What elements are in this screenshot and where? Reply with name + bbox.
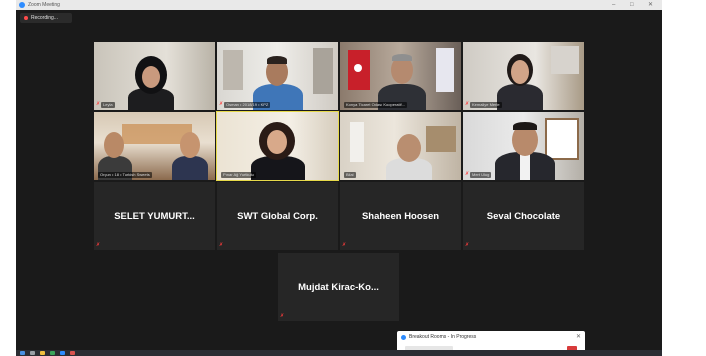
participant-name: SWT Global Corp. (237, 211, 318, 222)
muted-mic-icon: ✗ (280, 313, 285, 319)
participant-name: Orçun • 18 • Turkish Sweets (98, 172, 152, 178)
name-tile[interactable]: Seval Chocolate ✗ (463, 182, 584, 250)
participant-name: Leyla (101, 102, 115, 108)
video-tile[interactable]: Bilal (340, 112, 461, 180)
muted-mic-icon: ✗ (96, 101, 101, 107)
breakout-popup-title: Breakout Rooms - In Progress (409, 334, 477, 340)
flag-icon (436, 48, 454, 92)
recording-label: Recording... (31, 15, 58, 21)
zoom-app-icon[interactable] (60, 351, 65, 355)
search-icon[interactable] (30, 351, 35, 355)
title-bar: Zoom Meeting – □ ✕ (16, 0, 662, 10)
zoom-window: Zoom Meeting – □ ✕ Recording... ✗ Leyla … (16, 0, 662, 356)
maximize-button[interactable]: □ (630, 0, 634, 10)
video-tile[interactable]: ✗ Mert Ulug (463, 112, 584, 180)
name-tile[interactable]: SELET YUMURT... ✗ (94, 182, 215, 250)
participant-video (497, 84, 543, 110)
zoom-logo-icon (401, 335, 406, 340)
participant-name: Osman • 2018/19 • KPZ (224, 102, 271, 108)
muted-mic-icon: ✗ (219, 242, 224, 248)
taskbar (16, 350, 662, 356)
muted-mic-icon: ✗ (465, 171, 470, 177)
video-tile[interactable]: ✗ Leyla (94, 42, 215, 110)
name-tile[interactable]: Shaheen Hoosen ✗ (340, 182, 461, 250)
start-icon[interactable] (20, 351, 25, 355)
name-tile[interactable]: Mujdat Kirac-Ko... ✗ (278, 253, 399, 321)
participant-name: Pınar Ağ Yurtkulu (221, 172, 256, 178)
name-tile[interactable]: SWT Global Corp. ✗ (217, 182, 338, 250)
participant-name: Seval Chocolate (486, 211, 561, 222)
app-icon[interactable] (70, 351, 75, 355)
zoom-logo-icon (19, 2, 25, 8)
muted-mic-icon: ✗ (96, 242, 101, 248)
close-popup-button[interactable]: ✕ (576, 332, 581, 342)
participant-name: Shaheen Hoosen (361, 211, 440, 222)
participant-name: Konya Ticaret Odası Kooperatif... (344, 102, 407, 108)
participant-video (172, 156, 208, 180)
participant-name: Mujdat Kirac-Ko... (298, 282, 379, 293)
video-tile[interactable]: ✗ Kemaliye Merle (463, 42, 584, 110)
recording-indicator[interactable]: Recording... (20, 13, 72, 23)
muted-mic-icon: ✗ (465, 242, 470, 248)
folder-icon[interactable] (40, 351, 45, 355)
window-title: Zoom Meeting (28, 2, 60, 8)
muted-mic-icon: ✗ (219, 101, 224, 107)
app-icon[interactable] (50, 351, 55, 355)
video-tile[interactable]: ✗ Osman • 2018/19 • KPZ (217, 42, 338, 110)
participant-name: Kemaliye Merle (470, 102, 502, 108)
minimize-button[interactable]: – (612, 0, 615, 10)
video-tile-active-speaker[interactable]: Pınar Ağ Yurtkulu (216, 111, 339, 181)
muted-mic-icon: ✗ (342, 242, 347, 248)
muted-mic-icon: ✗ (465, 101, 470, 107)
record-dot-icon (24, 16, 28, 20)
video-tile[interactable]: Konya Ticaret Odası Kooperatif... (340, 42, 461, 110)
participant-name: Bilal (344, 172, 356, 178)
participant-name: Mert Ulug (470, 172, 492, 178)
close-window-button[interactable]: ✕ (648, 0, 653, 10)
video-tile[interactable]: Orçun • 18 • Turkish Sweets (94, 112, 215, 180)
participant-name: SELET YUMURT... (114, 211, 195, 222)
